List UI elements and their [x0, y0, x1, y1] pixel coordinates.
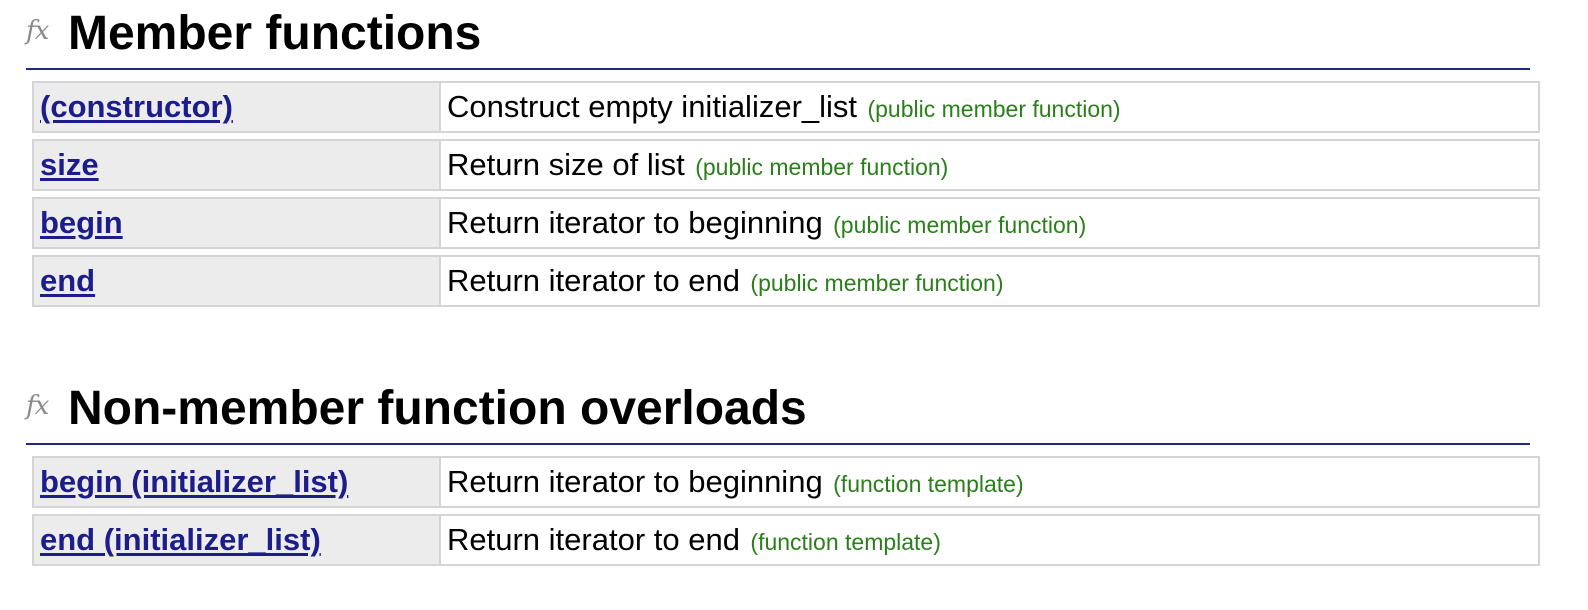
member-link-begin[interactable]: begin — [40, 205, 123, 240]
description-cell: Return iterator to end (function templat… — [441, 514, 1540, 566]
description-cell: Return iterator to beginning (public mem… — [441, 197, 1540, 249]
name-cell: begin (initializer_list) — [32, 456, 441, 508]
function-fx-icon: fx — [26, 391, 49, 421]
description-text: Return iterator to beginning — [447, 205, 823, 240]
function-kind-label: (public member function) — [750, 270, 1004, 296]
description-text: Return size of list — [447, 147, 685, 182]
non-member-overloads-section: fx Non-member function overloads begin (… — [26, 375, 1540, 566]
description-cell: Return iterator to beginning (function t… — [441, 456, 1540, 508]
member-link-begin-initializer-list[interactable]: begin (initializer_list) — [40, 464, 348, 499]
description-text: Return iterator to end — [447, 263, 740, 298]
section-header: fx Member functions — [26, 0, 1530, 70]
member-link-size[interactable]: size — [40, 147, 99, 182]
table-row: begin Return iterator to beginning (publ… — [32, 197, 1540, 249]
name-cell: begin — [32, 197, 441, 249]
function-kind-label: (public member function) — [833, 212, 1087, 238]
description-cell: Construct empty initializer_list (public… — [441, 81, 1540, 133]
section-title: Member functions — [68, 7, 482, 60]
description-text: Return iterator to end — [447, 522, 740, 557]
member-link-constructor[interactable]: (constructor) — [40, 89, 233, 124]
member-link-end-initializer-list[interactable]: end (initializer_list) — [40, 522, 321, 557]
name-cell: size — [32, 139, 441, 191]
section-title: Non-member function overloads — [68, 382, 807, 435]
function-kind-label: (public member function) — [867, 96, 1121, 122]
name-cell: (constructor) — [32, 81, 441, 133]
table-row: end (initializer_list) Return iterator t… — [32, 514, 1540, 566]
description-text: Construct empty initializer_list — [447, 89, 858, 124]
function-kind-label: (function template) — [750, 529, 941, 555]
section-header: fx Non-member function overloads — [26, 375, 1530, 445]
member-link-end[interactable]: end — [40, 263, 95, 298]
function-kind-label: (public member function) — [695, 154, 949, 180]
function-kind-label: (function template) — [833, 471, 1024, 497]
function-fx-icon: fx — [26, 16, 49, 46]
member-functions-table: (constructor) Construct empty initialize… — [32, 75, 1540, 313]
table-row: (constructor) Construct empty initialize… — [32, 81, 1540, 133]
member-functions-section: fx Member functions (constructor) Constr… — [26, 0, 1540, 307]
name-cell: end (initializer_list) — [32, 514, 441, 566]
description-cell: Return iterator to end (public member fu… — [441, 255, 1540, 307]
non-member-functions-table: begin (initializer_list) Return iterator… — [32, 450, 1540, 572]
description-text: Return iterator to beginning — [447, 464, 823, 499]
table-row: end Return iterator to end (public membe… — [32, 255, 1540, 307]
table-row: size Return size of list (public member … — [32, 139, 1540, 191]
table-row: begin (initializer_list) Return iterator… — [32, 456, 1540, 508]
description-cell: Return size of list (public member funct… — [441, 139, 1540, 191]
name-cell: end — [32, 255, 441, 307]
